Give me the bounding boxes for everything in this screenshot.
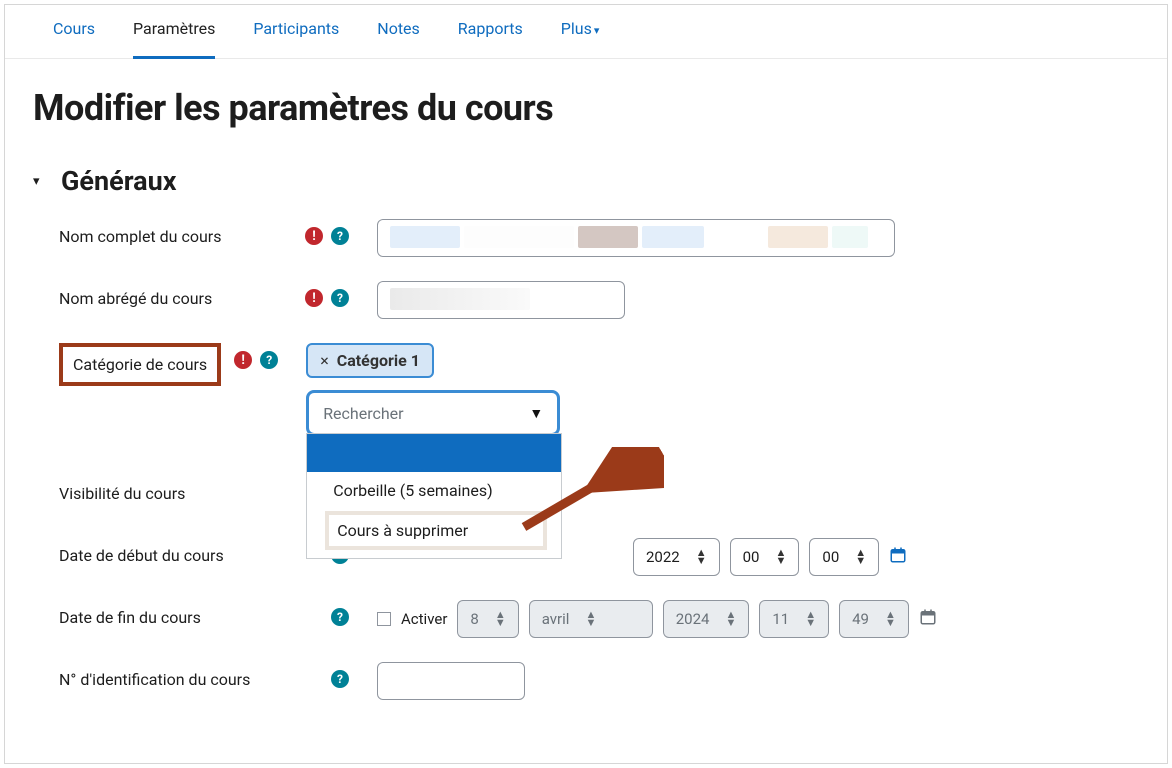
category-chip[interactable]: × Catégorie 1 (306, 343, 434, 378)
tab-plus[interactable]: Plus▾ (561, 13, 600, 56)
enddate-minute-select: 49 ▲▼ (839, 600, 909, 638)
enddate-enable-checkbox[interactable] (377, 612, 391, 626)
enddate-hour-select: 11 ▲▼ (759, 600, 829, 638)
sort-icon: ▲▼ (855, 549, 866, 565)
enddate-enable-label: Activer (401, 610, 447, 628)
help-icon[interactable]: ? (260, 351, 278, 369)
select-value: avril (542, 610, 570, 628)
sort-icon: ▲▼ (885, 611, 896, 627)
label-idnumber: N° d'identification du cours (59, 662, 305, 689)
calendar-icon (919, 608, 937, 631)
fullname-input[interactable] (377, 219, 895, 257)
enddate-day-select: 8 ▲▼ (457, 600, 518, 638)
select-value: 49 (852, 610, 869, 628)
help-icon[interactable]: ? (331, 227, 349, 245)
chip-label: Catégorie 1 (337, 351, 420, 370)
close-icon[interactable]: × (320, 351, 329, 370)
label-visibility: Visibilité du cours (59, 476, 277, 503)
select-value: 2024 (676, 610, 710, 628)
section-title: Généraux (61, 165, 176, 197)
tab-notes[interactable]: Notes (377, 13, 420, 56)
tab-rapports[interactable]: Rapports (458, 13, 523, 56)
select-value: 11 (772, 610, 789, 628)
dropdown-item-selected[interactable] (307, 434, 561, 472)
help-icon[interactable]: ? (331, 289, 349, 307)
tab-cours[interactable]: Cours (53, 13, 95, 56)
required-icon: ! (305, 227, 323, 245)
help-icon[interactable]: ? (331, 670, 349, 688)
category-search-input[interactable]: Rechercher ▼ (306, 390, 560, 436)
label-startdate: Date de début du cours (59, 538, 277, 565)
tab-parametres[interactable]: Paramètres (133, 13, 215, 59)
label-enddate: Date de fin du cours (59, 600, 277, 627)
required-icon: ! (234, 351, 252, 369)
chevron-down-icon: ▾ (33, 174, 47, 189)
label-category: Catégorie de cours (59, 343, 221, 386)
required-icon: ! (305, 289, 323, 307)
tab-participants[interactable]: Participants (253, 13, 339, 56)
select-value: 00 (743, 548, 760, 566)
select-value: 8 (470, 610, 478, 628)
sort-icon: ▲▼ (585, 611, 596, 627)
sort-icon: ▲▼ (495, 611, 506, 627)
dropdown-item-supprimer[interactable]: Cours à supprimer (325, 511, 547, 550)
sort-icon: ▲▼ (725, 611, 736, 627)
enddate-year-select: 2024 ▲▼ (663, 600, 750, 638)
label-fullname: Nom complet du cours (59, 219, 277, 246)
search-placeholder: Rechercher (323, 404, 403, 423)
help-icon[interactable]: ? (331, 608, 349, 626)
idnumber-input[interactable] (377, 662, 525, 700)
sort-icon: ▲▼ (776, 549, 787, 565)
sort-icon: ▲▼ (696, 549, 707, 565)
page-title: Modifier les paramètres du cours (33, 87, 1139, 129)
dropdown-triangle-icon: ▼ (529, 405, 543, 422)
chevron-down-icon: ▾ (594, 24, 600, 37)
startdate-hour-select[interactable]: 00 ▲▼ (730, 538, 800, 576)
label-shortname: Nom abrégé du cours (59, 281, 277, 308)
tab-plus-label: Plus (561, 19, 592, 38)
startdate-year-select[interactable]: 2022 ▲▼ (633, 538, 720, 576)
category-dropdown: Corbeille (5 semaines) Cours à supprimer (306, 433, 562, 559)
calendar-icon[interactable] (889, 546, 907, 569)
startdate-minute-select[interactable]: 00 ▲▼ (809, 538, 879, 576)
enddate-month-select: avril ▲▼ (529, 600, 653, 638)
sort-icon: ▲▼ (805, 611, 816, 627)
section-toggle-generaux[interactable]: ▾ Généraux (33, 165, 1139, 197)
select-value: 00 (822, 548, 839, 566)
dropdown-item-corbeille[interactable]: Corbeille (5 semaines) (307, 472, 561, 509)
select-value: 2022 (646, 548, 680, 566)
course-nav-tabs: Cours Paramètres Participants Notes Rapp… (5, 5, 1167, 59)
shortname-input[interactable] (377, 281, 625, 319)
